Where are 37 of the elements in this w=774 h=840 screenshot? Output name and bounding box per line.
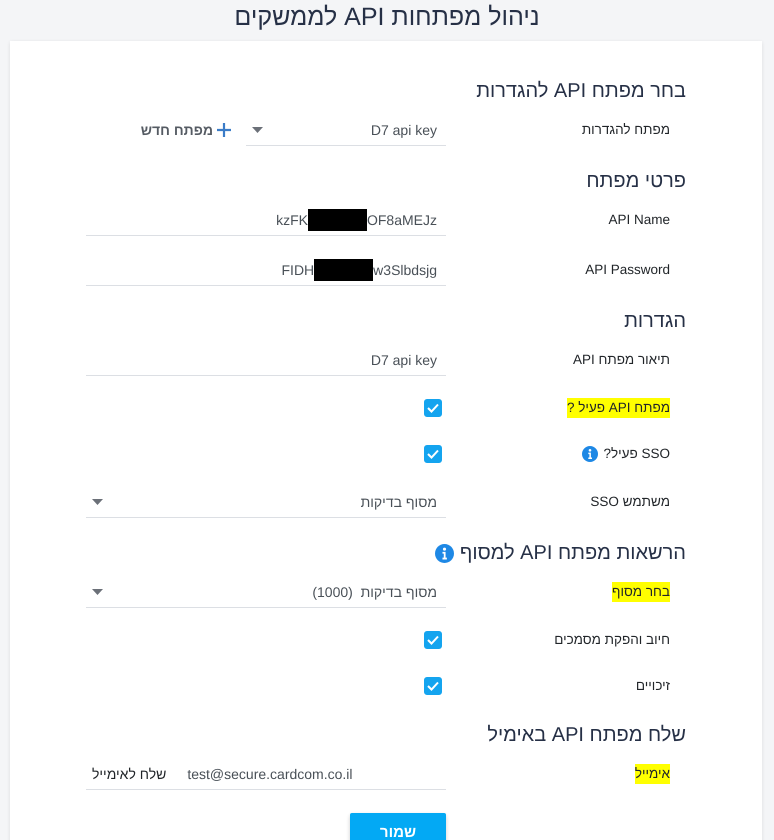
text-field[interactable]: D7 api key xyxy=(86,344,446,376)
section-heading: הגדרות xyxy=(624,309,686,334)
dropdown[interactable]: D7 api key xyxy=(246,114,446,146)
field-label: SSO פעיל? xyxy=(603,445,670,463)
field-label: חיוב והפקת מסמכים xyxy=(554,631,670,649)
field-label: אימייל xyxy=(634,764,670,784)
checkbox[interactable] xyxy=(424,631,442,649)
field-label: מפתח API פעיל ? xyxy=(566,398,670,418)
field-label: מפתח להגדרות xyxy=(582,121,670,139)
section-heading: הרשאות מפתח API למסוף xyxy=(460,541,686,566)
field-label: משתמש SSO xyxy=(590,493,670,511)
checkbox[interactable] xyxy=(424,399,442,417)
checkbox[interactable] xyxy=(424,677,442,695)
plus-icon xyxy=(217,123,231,137)
page-title: ניהול מפתחות API לממשקים xyxy=(234,2,540,33)
caret-icon xyxy=(92,498,103,504)
section-heading: בחר מפתח API להגדרות xyxy=(476,79,686,104)
section-heading: פרטי מפתח xyxy=(586,169,686,194)
field-label: תיאור מפתח API xyxy=(572,351,670,369)
redaction-bar xyxy=(314,258,374,280)
section-heading: שלח מפתח API באימיל xyxy=(487,723,686,748)
field-label: API Name xyxy=(608,211,670,229)
dropdown[interactable]: מסוף בדיקות (1000) xyxy=(86,576,446,608)
new-key-button[interactable]: מפתח חדש xyxy=(140,122,231,138)
checkbox[interactable] xyxy=(424,445,442,463)
text-field[interactable]: FIDH w3Slbdsjg xyxy=(86,254,446,286)
field-label: API Password xyxy=(585,261,670,279)
caret-icon xyxy=(252,126,263,132)
field-label: בחר מסוף xyxy=(612,582,670,602)
dropdown[interactable]: מסוף בדיקות xyxy=(86,486,446,518)
redaction-bar xyxy=(308,208,367,230)
field-label: זיכויים xyxy=(636,677,670,695)
info-icon[interactable] xyxy=(582,446,598,462)
field-suffix-text: שלח לאימייל xyxy=(92,766,166,782)
info-icon[interactable] xyxy=(434,544,454,562)
caret-icon xyxy=(92,588,103,594)
text-field[interactable]: kzFK OF8aMEJz xyxy=(86,204,446,236)
